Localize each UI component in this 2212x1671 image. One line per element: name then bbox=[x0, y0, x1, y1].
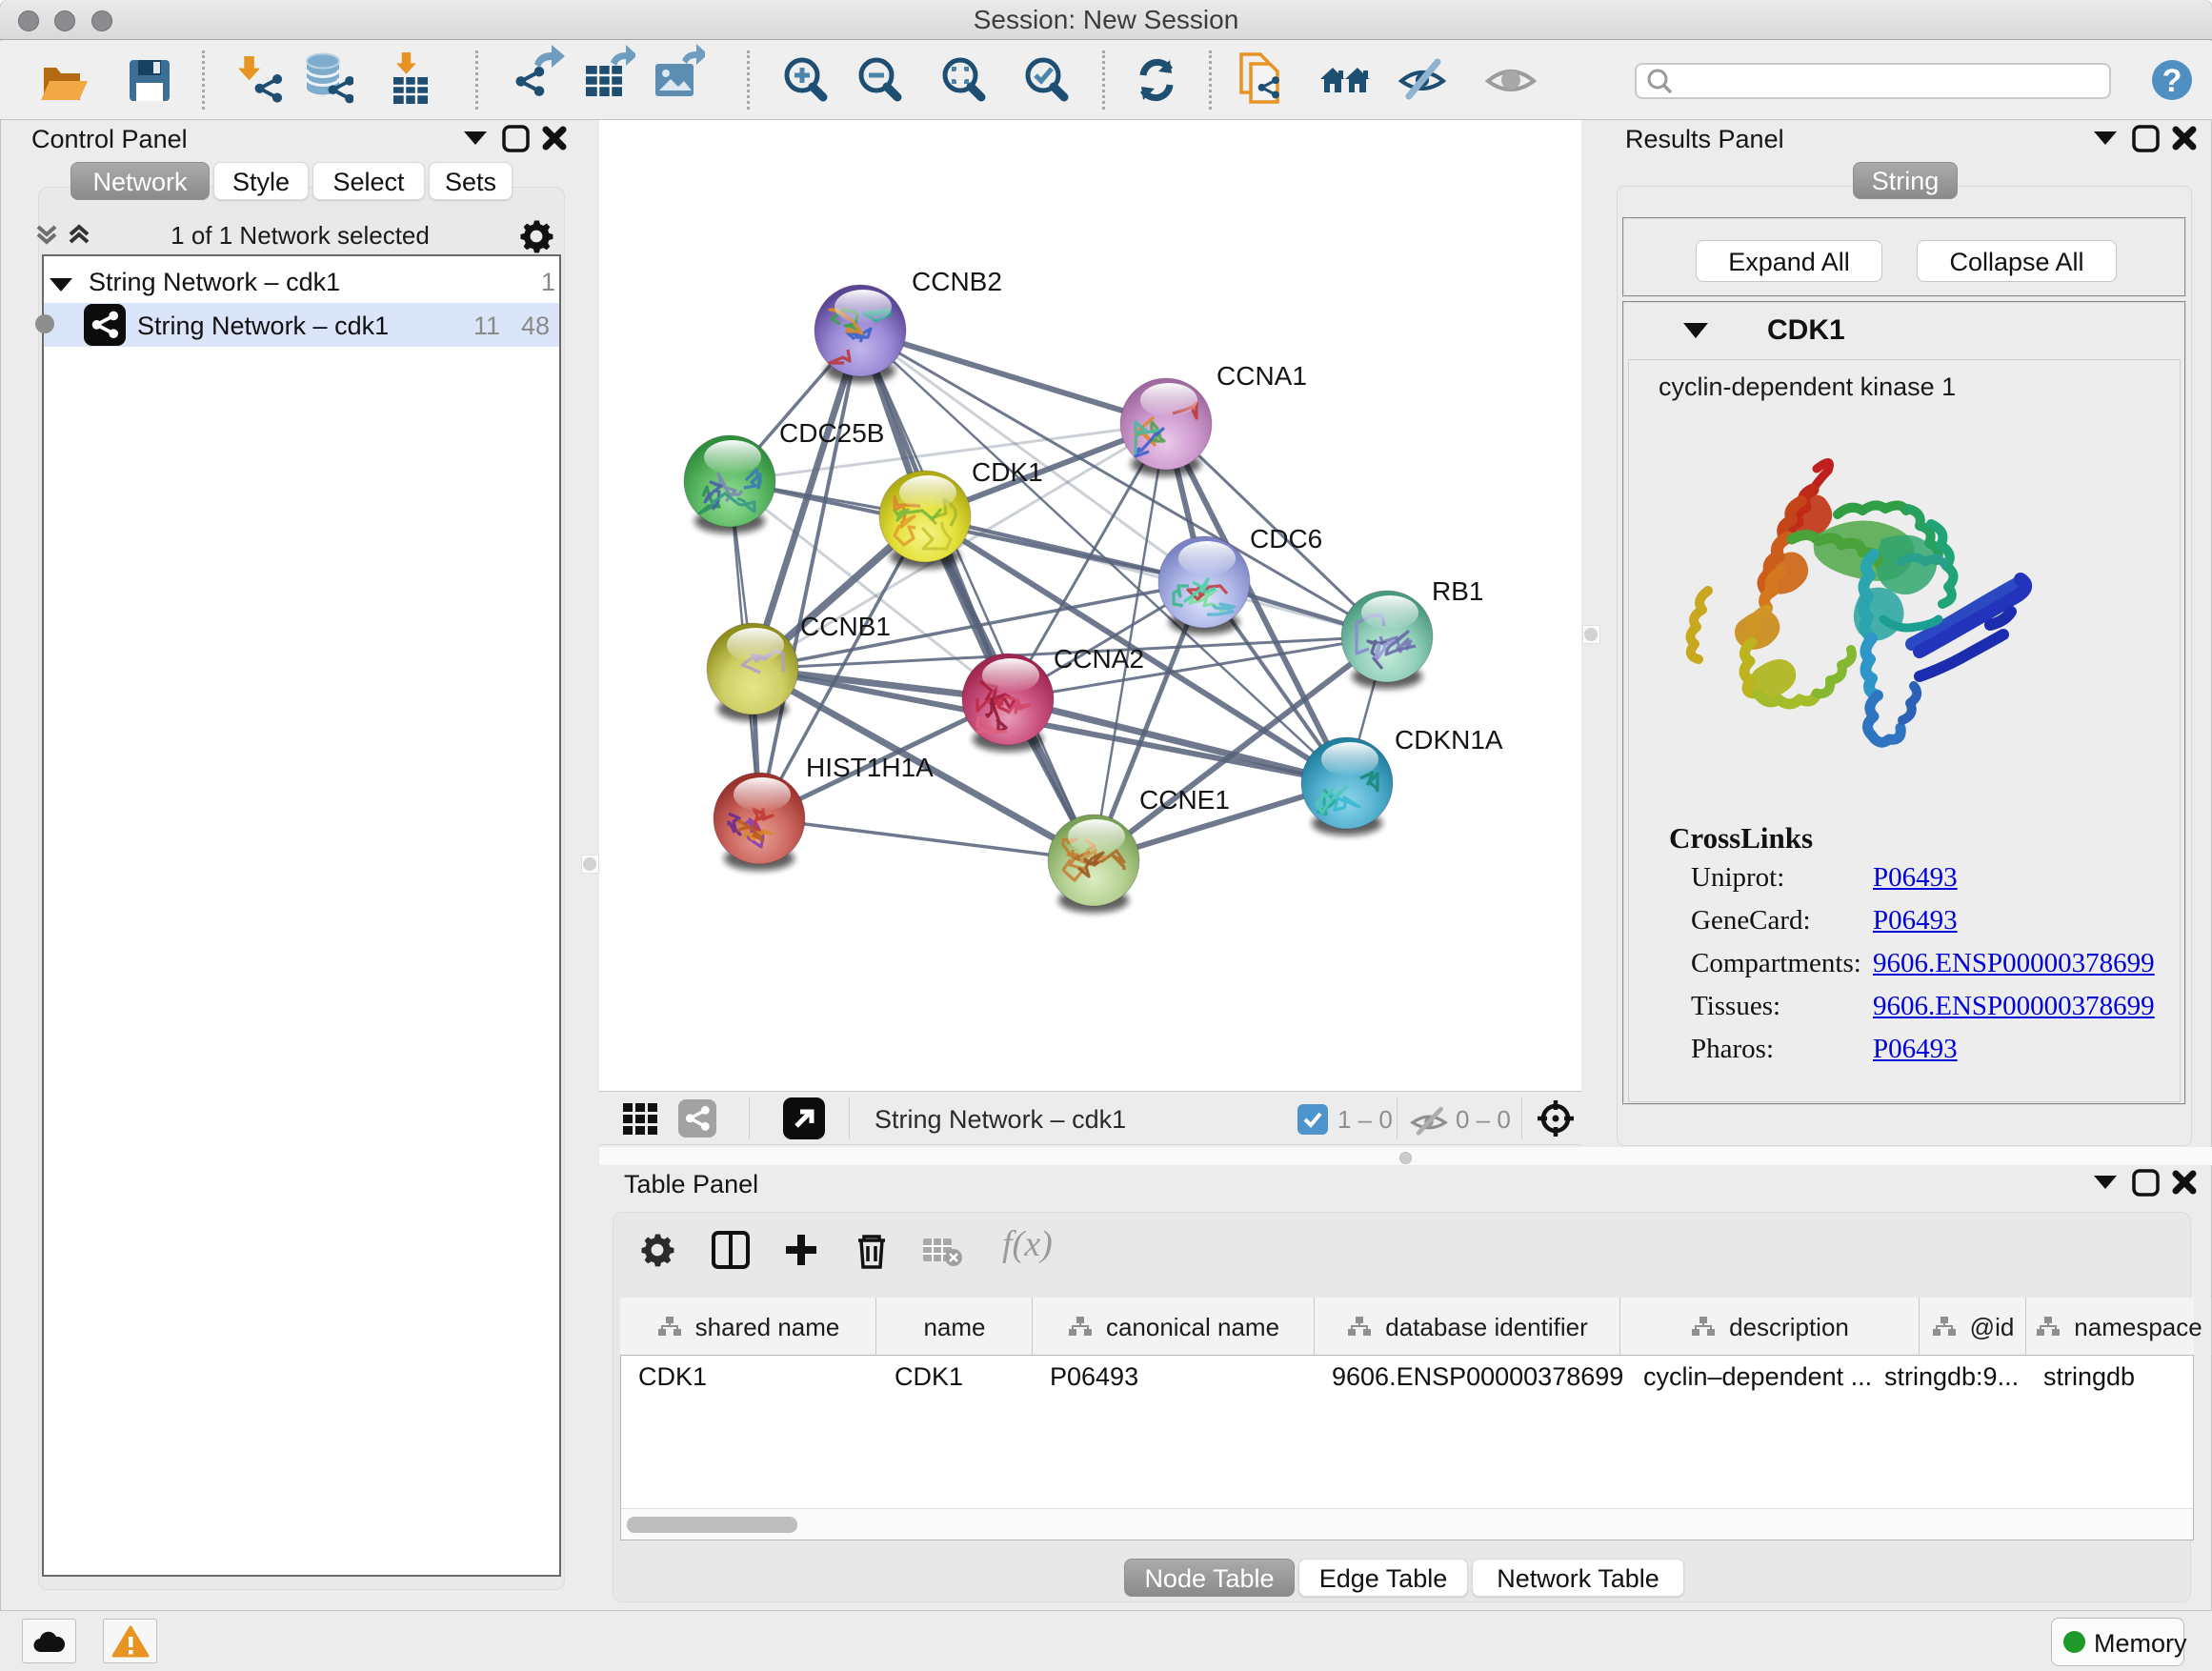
svg-text:?: ? bbox=[2162, 63, 2182, 99]
